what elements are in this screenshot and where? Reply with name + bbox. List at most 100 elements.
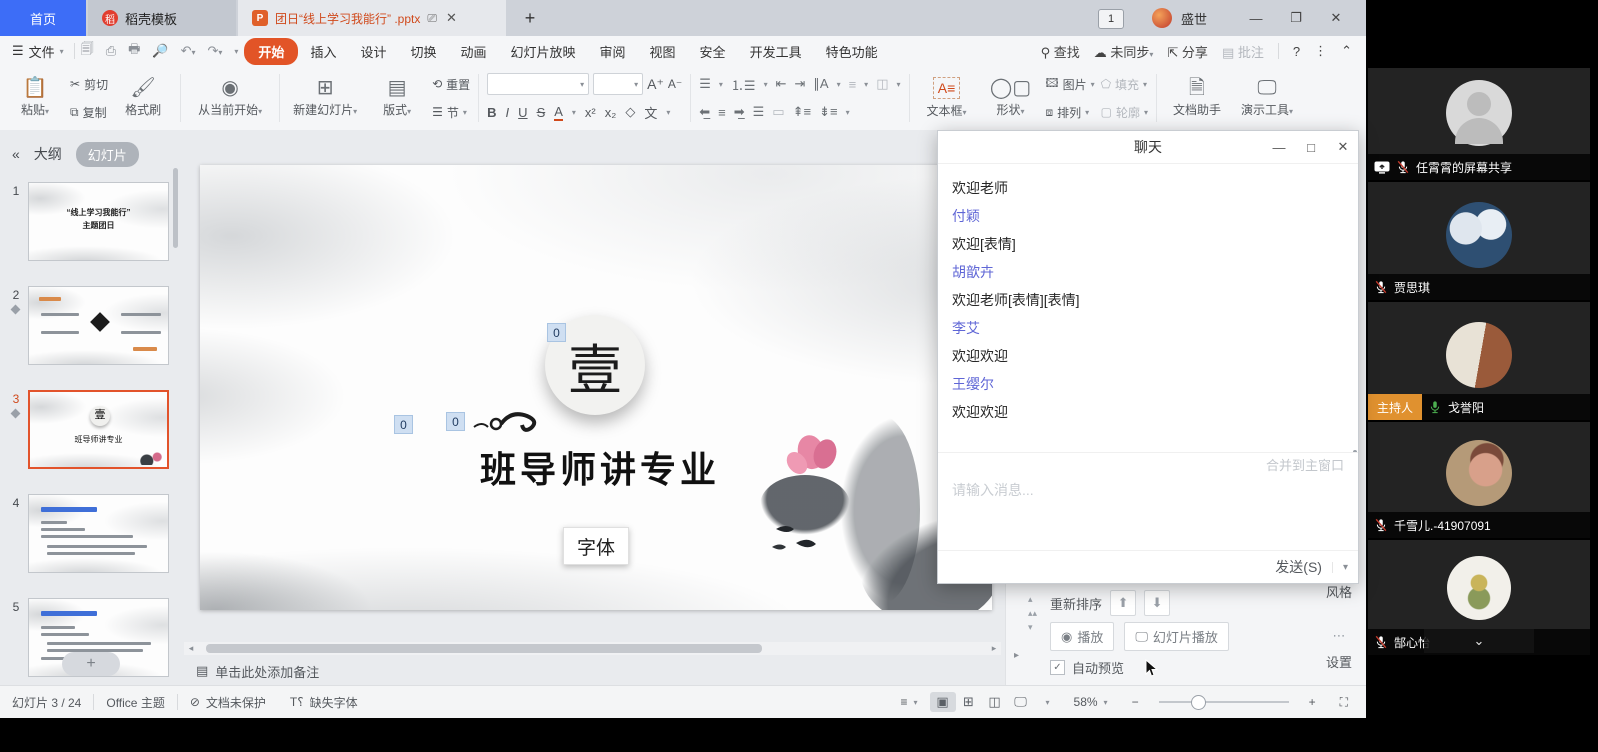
participant-tile[interactable]: 任霄霄的屏幕共享 [1368,68,1590,180]
chat-input[interactable] [938,476,1358,550]
move-down-button[interactable]: ⬇ [1144,590,1170,616]
collapse-participants-button[interactable]: ⌄ [1424,629,1534,653]
menu-item-devtools[interactable]: 开发工具 [738,39,814,64]
menu-item-review[interactable]: 审阅 [588,39,638,64]
text-effect-button[interactable]: 文 [644,103,657,122]
superscript-button[interactable]: x² [585,105,596,120]
menu-item-security[interactable]: 安全 [688,39,738,64]
font-name-select[interactable]: ▾ [487,73,589,95]
font-size-select[interactable]: ▾ [593,73,643,95]
output-button[interactable]: ⎙ [100,43,122,59]
close-tab-icon[interactable]: ✕ [446,10,457,26]
present-tools-button[interactable]: 🖵演示工具▾ [1235,70,1299,126]
file-menu[interactable]: ☰ 文件 ▾ [0,42,74,61]
chat-sender[interactable]: 王缨尔 [952,370,1344,398]
save-button[interactable]: 🗐 [75,40,100,62]
textbox-button[interactable]: A≡文本框▾ [918,70,976,126]
scroll-left-icon[interactable]: ◂ [184,642,198,655]
paste-button[interactable]: 📋粘贴▾ [6,70,64,126]
reset-button[interactable]: ⟲重置 [432,73,470,95]
copy-button[interactable]: ⧉复制 [70,101,108,123]
scroll-right-icon[interactable]: ▸ [987,642,1001,655]
chat-sender[interactable]: 付颖 [952,202,1344,230]
doc-assistant-button[interactable]: 🗎文档助手 [1165,70,1229,126]
chat-close-button[interactable]: ✕ [1328,131,1358,163]
tab-slides[interactable]: 幻灯片 [76,142,139,167]
spacing-increase-button[interactable]: ⇞≡ [793,104,811,120]
menu-item-transition[interactable]: 切换 [398,39,448,64]
menu-item-home[interactable]: 开始 [244,38,298,65]
slide-thumb-2[interactable]: 2 [0,286,180,370]
zoom-in-button[interactable]: + [1297,695,1328,709]
bullet-list-button[interactable]: ☰ [699,76,711,92]
justify-button[interactable]: ☰ [753,104,765,120]
protection-status[interactable]: ⊘文档未保护 [178,694,278,711]
help-button[interactable]: ? [1293,44,1300,59]
play-from-current-button[interactable]: ◉从当前开始▾ [189,70,271,126]
slideshow-view-button[interactable]: 🖵 [1008,692,1034,712]
layout-button[interactable]: ▤版式▾ [368,70,426,126]
align-center-button[interactable]: ≡ [718,105,726,120]
chat-maximize-button[interactable]: □ [1296,131,1326,163]
animation-tag[interactable]: 0 [446,412,465,431]
new-slide-button[interactable]: ⊞新建幻灯片▾ [288,70,362,126]
tab-docer[interactable]: 稻 稻壳模板 [88,0,236,36]
decrease-indent-button[interactable]: ⇤ [776,76,787,92]
menu-item-view[interactable]: 视图 [638,39,688,64]
share-button[interactable]: ⇱ 分享 [1167,42,1208,61]
find-button[interactable]: ⚲ 查找 [1041,42,1080,61]
undo-button[interactable]: ↶▾ [175,43,202,59]
format-painter-button[interactable]: 🖌格式刷 [114,70,172,126]
chat-titlebar[interactable]: 聊天 — □ ✕ [938,131,1358,164]
subscript-button[interactable]: x₂ [605,105,617,120]
highlight-button[interactable]: ◇ [625,104,635,120]
chat-minimize-button[interactable]: — [1264,131,1294,163]
more-menu-icon[interactable]: ⋮ [1314,43,1327,59]
font-color-button[interactable]: A [554,104,563,121]
strikethrough-button[interactable]: S [537,105,546,120]
side-tab-settings[interactable]: 设置 [1319,652,1359,671]
notes-bar[interactable]: ▤ 单击此处添加备注 [184,658,1017,684]
chat-sender[interactable]: 李艾 [952,314,1344,342]
theme-name[interactable]: Office 主题 [94,694,176,711]
align-right-button[interactable]: ➡̲ [734,104,745,120]
participant-tile[interactable]: 千雪儿.-41907091 [1368,422,1590,538]
quickbar-more-icon[interactable]: ▾ [228,47,244,56]
normal-view-button[interactable]: ▣ [930,692,956,712]
decrease-font-icon[interactable]: A⁻ [668,77,682,91]
redo-button[interactable]: ↷▾ [201,43,228,59]
chat-sender[interactable]: 胡歆卉 [952,258,1344,286]
menu-item-design[interactable]: 设计 [348,39,398,64]
spacing-decrease-button[interactable]: ⇟≡ [819,104,837,120]
increase-font-icon[interactable]: A⁺ [647,76,664,93]
text-direction-button[interactable]: ∥A [813,76,828,92]
sort-icons[interactable]: ▴▴▴▾ [1028,592,1037,634]
account-avatar[interactable] [1152,8,1172,28]
slideshow-play-button[interactable]: 🖵 幻灯片播放 [1124,622,1229,651]
cut-button[interactable]: ✂剪切 [70,73,108,95]
send-button[interactable]: 发送(S) [1265,557,1332,577]
restore-window-button[interactable]: ❐ [1278,0,1314,36]
section-button[interactable]: ☰节▾ [432,101,470,123]
zoom-slider[interactable] [1159,701,1289,703]
collapse-ribbon-icon[interactable]: ⌃ [1341,43,1352,59]
print-preview-button[interactable]: 🔎 [146,43,174,59]
side-tab-more-icon[interactable]: ⋯ [1319,628,1359,644]
zoom-out-button[interactable]: − [1120,695,1151,709]
move-up-button[interactable]: ⬆ [1110,590,1136,616]
missing-font-status[interactable]: T⸮缺失字体 [278,694,370,711]
menu-item-features[interactable]: 特色功能 [814,39,890,64]
arrange-button[interactable]: ⧈排列▾ [1046,101,1095,123]
reading-view-button[interactable]: ◫ [982,692,1008,712]
tab-home[interactable]: 首页 [0,0,86,36]
auto-preview-checkbox[interactable]: ✓ [1050,660,1065,675]
merge-to-main-link[interactable]: 合并到主窗口 [938,452,1358,476]
zoom-slider-thumb[interactable] [1191,695,1206,710]
zoom-percent[interactable]: 58%▾ [1062,695,1120,709]
picture-button[interactable]: 🖾图片▾ [1046,73,1095,95]
slide-thumb-4[interactable]: 4 [0,494,180,578]
bold-button[interactable]: B [487,105,496,120]
italic-button[interactable]: I [506,105,510,120]
shapes-button[interactable]: ◯▢形状▾ [982,70,1040,126]
underline-button[interactable]: U [518,105,527,120]
